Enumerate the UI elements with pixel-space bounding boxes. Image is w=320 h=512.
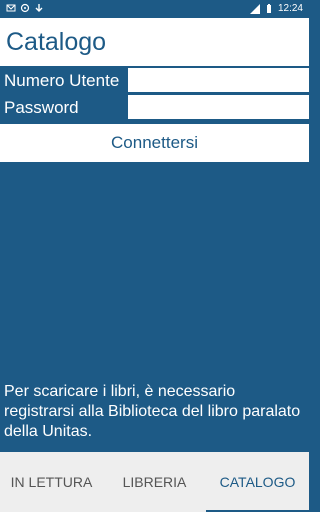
tab-libreria[interactable]: LIBRERIA	[103, 452, 206, 512]
battery-icon	[266, 4, 271, 13]
download-icon	[35, 4, 43, 12]
signal-icon	[249, 4, 260, 14]
connect-button[interactable]: Connettersi	[0, 124, 309, 162]
page-title: Catalogo	[6, 28, 107, 56]
status-left-icons	[6, 3, 44, 13]
bottom-tabs: IN LETTURA LIBRERIA CATALOGO	[0, 452, 309, 512]
settings-icon	[20, 3, 30, 13]
tab-in-lettura[interactable]: IN LETTURA	[0, 452, 103, 512]
content-area: Per scaricare i libri, è necessario regi…	[0, 162, 309, 452]
app-bar: Catalogo	[0, 18, 309, 66]
status-bar: 12:24	[0, 0, 309, 18]
status-time: 12:24	[277, 3, 303, 14]
password-label: Password	[4, 98, 79, 117]
login-form: Numero Utente Password	[0, 66, 309, 122]
tab-catalogo[interactable]: CATALOGO	[206, 452, 309, 512]
mail-icon	[6, 4, 16, 12]
user-row: Numero Utente	[0, 68, 309, 94]
status-right-icons: 12:24	[249, 3, 303, 15]
password-input[interactable]	[128, 95, 309, 119]
password-row: Password	[0, 95, 309, 121]
info-message: Per scaricare i libri, è necessario regi…	[4, 383, 301, 440]
user-number-input[interactable]	[128, 68, 309, 92]
user-label: Numero Utente	[4, 71, 120, 90]
